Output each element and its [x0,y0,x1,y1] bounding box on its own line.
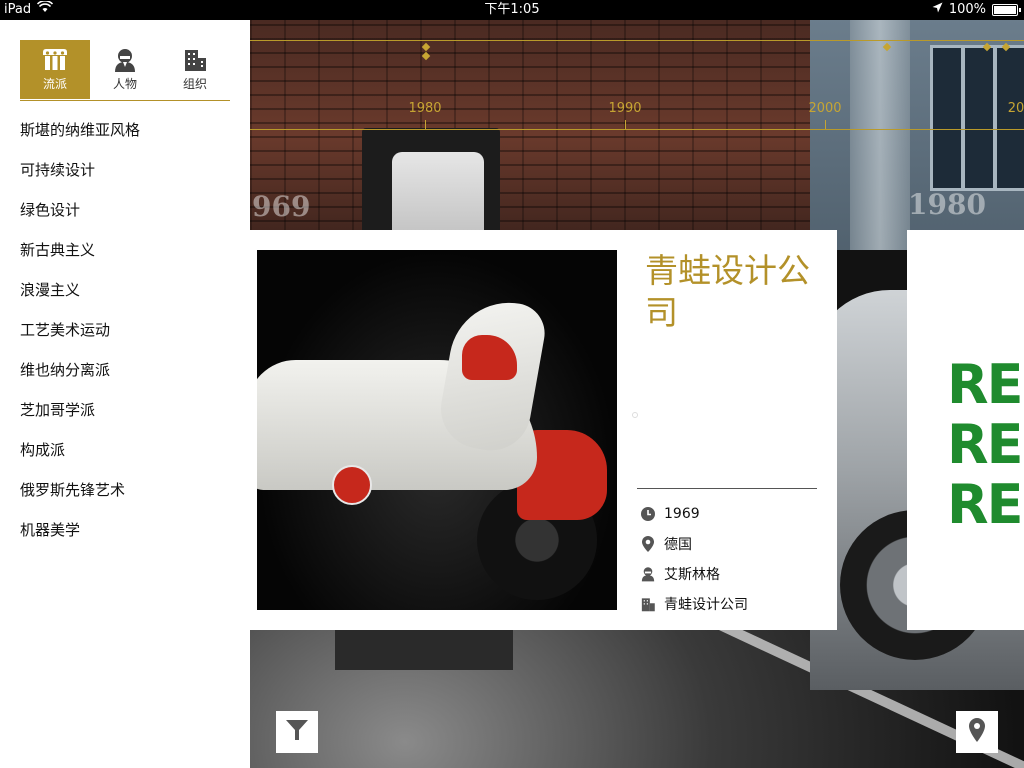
timeline-tick [625,120,626,129]
timeline-year[interactable]: 1990 [608,101,641,116]
brick-wall [250,20,810,250]
status-time: 下午1:05 [484,2,540,17]
background-year: 969 [252,190,311,223]
meta-year: 1969 [638,504,828,524]
meta-location: 德国 [638,534,828,554]
card-title: 青蛙设计公司 [645,251,810,332]
timeline-year[interactable]: 20 [1008,101,1024,116]
genre-list: 斯堪的纳维亚风格 可持续设计 绿色设计 新古典主义 浪漫主义 工艺美术运动 维也… [0,100,250,560]
battery-percent: 100% [948,2,986,17]
timeline-year[interactable]: 1980 [408,101,441,116]
filter-button[interactable] [276,711,318,753]
tab-label: 组织 [182,77,207,91]
card-photo[interactable] [257,250,617,610]
pillar [850,20,910,280]
building-icon [638,594,658,614]
map-button[interactable] [956,711,998,753]
tab-people[interactable]: 人物 [90,40,160,99]
card-divider [637,488,817,489]
map-pin-icon [969,718,985,746]
clock-icon [638,504,658,524]
meta-organization-value[interactable]: 青蛙设计公司 [664,594,748,614]
tab-label: 流派 [42,77,67,91]
meta-person-value[interactable]: 艾斯林格 [664,564,720,584]
timeline-tick [825,120,826,129]
tab-organizations[interactable]: 组织 [160,40,230,99]
page-dot[interactable] [632,412,638,418]
motorcycle-badge [332,465,372,505]
building-windows [930,45,1024,191]
meta-year-value: 1969 [664,506,700,522]
person-icon [638,564,658,584]
battery-icon [992,4,1021,16]
location-arrow-icon [932,0,943,20]
building-icon [182,47,208,73]
timeline-year[interactable]: 2000 [808,101,841,116]
next-card-text: RE [947,473,1023,536]
meta-location-value: 德国 [664,537,692,553]
timeline-axis [250,129,1024,130]
columns-icon [40,47,70,73]
tab-label: 人物 [112,77,137,91]
person-icon [112,47,138,73]
next-card-text: RE [947,353,1023,416]
meta-organization: 青蛙设计公司 [638,594,828,614]
charging-station-base [335,630,513,670]
timeline-tick [425,120,426,129]
tab-genre[interactable]: 流派 [20,40,90,99]
filter-icon [285,718,309,746]
design-card[interactable]: 青蛙设计公司 1969 德国 艾斯林格 青蛙设计公司 [250,230,837,630]
sidebar: 流派 人物 组织 斯堪的纳维亚风格 可持续设计 绿色设计 新古典主义 浪漫主义 … [0,20,250,768]
next-card-text: RE [947,413,1023,476]
timeline-top-line [250,40,1024,41]
meta-person: 艾斯林格 [638,564,828,584]
page-dot-active[interactable] [632,399,637,404]
background-year: 1980 [908,188,986,221]
category-tabs: 流派 人物 组织 [20,40,230,101]
status-bar: iPad 下午1:05 100% [0,0,1024,20]
map-pin-icon [638,534,658,554]
next-design-card[interactable]: RE RE RE [907,230,1024,630]
